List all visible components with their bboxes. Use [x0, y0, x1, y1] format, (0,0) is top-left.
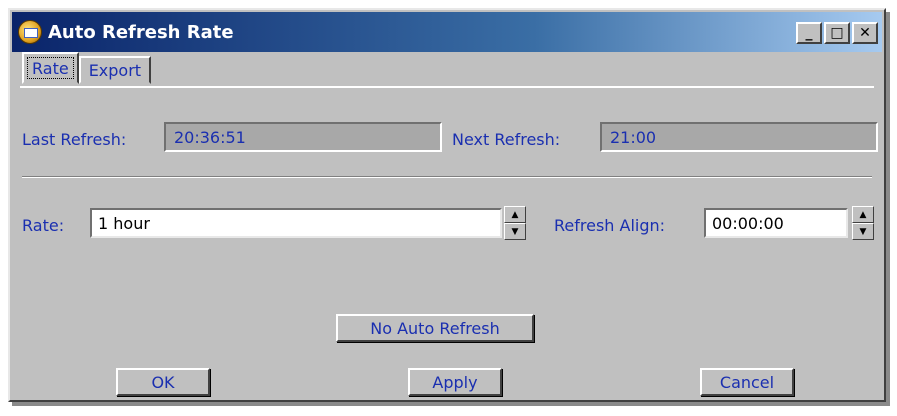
- maximize-button[interactable]: □: [824, 22, 850, 44]
- no-auto-refresh-button[interactable]: No Auto Refresh: [336, 314, 534, 342]
- tab-strip: Rate Export: [22, 52, 152, 84]
- refresh-align-input[interactable]: 00:00:00: [704, 208, 848, 238]
- window-title: Auto Refresh Rate: [48, 21, 234, 43]
- align-up-arrow-icon[interactable]: ▲: [852, 206, 874, 223]
- ok-button[interactable]: OK: [116, 368, 210, 396]
- separator: [22, 176, 872, 178]
- tab-panel-border: [20, 86, 874, 88]
- refresh-align-label: Refresh Align:: [554, 216, 666, 235]
- close-button[interactable]: ✕: [852, 22, 878, 44]
- align-down-arrow-icon[interactable]: ▼: [852, 223, 874, 240]
- app-envelope-icon: [18, 20, 42, 44]
- cancel-button[interactable]: Cancel: [700, 368, 794, 396]
- last-refresh-label: Last Refresh:: [22, 130, 127, 149]
- refresh-align-spinner[interactable]: ▲ ▼: [852, 206, 874, 240]
- window-controls: _ □ ✕: [796, 22, 878, 44]
- next-refresh-value: 21:00: [600, 122, 878, 152]
- apply-button[interactable]: Apply: [408, 368, 502, 396]
- rate-label: Rate:: [22, 216, 65, 235]
- rate-input[interactable]: 1 hour: [90, 208, 502, 238]
- rate-up-arrow-icon[interactable]: ▲: [504, 206, 526, 223]
- last-refresh-value: 20:36:51: [164, 122, 442, 152]
- title-bar[interactable]: Auto Refresh Rate _ □ ✕: [12, 12, 882, 52]
- next-refresh-label: Next Refresh:: [452, 130, 561, 149]
- rate-spinner[interactable]: ▲ ▼: [504, 206, 526, 240]
- rate-down-arrow-icon[interactable]: ▼: [504, 223, 526, 240]
- auto-refresh-rate-window: Auto Refresh Rate _ □ ✕ Rate Export Last…: [8, 8, 886, 402]
- tab-rate[interactable]: Rate: [22, 52, 79, 84]
- tab-export[interactable]: Export: [78, 56, 152, 84]
- minimize-button[interactable]: _: [796, 22, 822, 44]
